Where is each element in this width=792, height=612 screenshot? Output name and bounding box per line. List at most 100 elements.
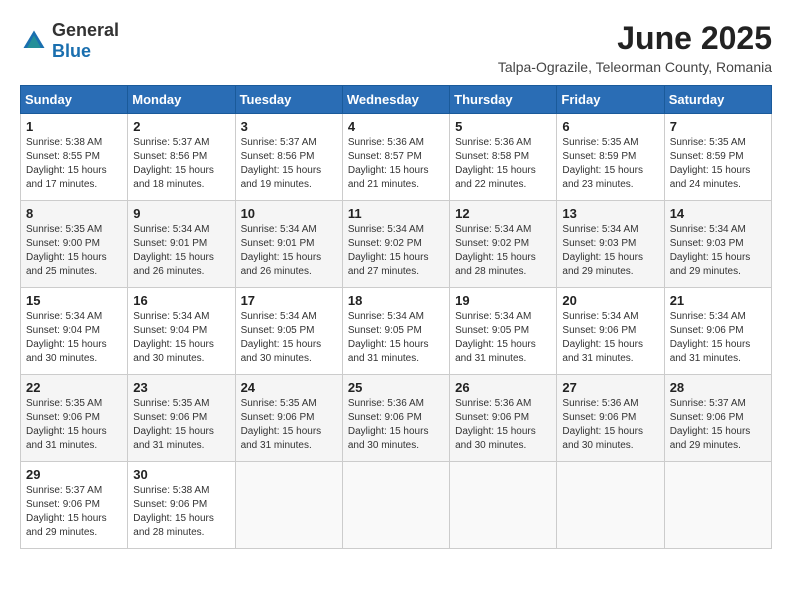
calendar-week-2: 8 Sunrise: 5:35 AMSunset: 9:00 PMDaylight… <box>21 201 772 288</box>
logo-general-text: General <box>52 20 119 40</box>
day-number: 15 <box>26 293 122 308</box>
day-info: Sunrise: 5:38 AMSunset: 9:06 PMDaylight:… <box>133 484 229 540</box>
day-header-sunday: Sunday <box>21 86 128 114</box>
calendar-week-1: 1 Sunrise: 5:38 AMSunset: 8:55 PMDaylight… <box>21 114 772 201</box>
calendar-cell: 5 Sunrise: 5:36 AMSunset: 8:58 PMDaylight… <box>450 114 557 201</box>
day-info: Sunrise: 5:34 AMSunset: 9:06 PMDaylight:… <box>670 310 766 366</box>
day-info: Sunrise: 5:35 AMSunset: 9:00 PMDaylight:… <box>26 223 122 279</box>
day-header-saturday: Saturday <box>664 86 771 114</box>
calendar-cell: 8 Sunrise: 5:35 AMSunset: 9:00 PMDaylight… <box>21 201 128 288</box>
logo: General Blue <box>20 20 119 62</box>
day-info: Sunrise: 5:36 AMSunset: 9:06 PMDaylight:… <box>348 397 444 453</box>
calendar-cell: 7 Sunrise: 5:35 AMSunset: 8:59 PMDaylight… <box>664 114 771 201</box>
calendar-cell: 6 Sunrise: 5:35 AMSunset: 8:59 PMDaylight… <box>557 114 664 201</box>
day-number: 25 <box>348 380 444 395</box>
day-info: Sunrise: 5:37 AMSunset: 9:06 PMDaylight:… <box>26 484 122 540</box>
day-info: Sunrise: 5:34 AMSunset: 9:01 PMDaylight:… <box>241 223 337 279</box>
day-header-friday: Friday <box>557 86 664 114</box>
month-title: June 2025 <box>498 20 772 57</box>
day-number: 6 <box>562 119 658 134</box>
day-number: 26 <box>455 380 551 395</box>
calendar-cell <box>557 462 664 549</box>
day-info: Sunrise: 5:34 AMSunset: 9:05 PMDaylight:… <box>455 310 551 366</box>
calendar-cell: 17 Sunrise: 5:34 AMSunset: 9:05 PMDayligh… <box>235 288 342 375</box>
calendar-cell: 26Sunrise: 5:36 AMSunset: 9:06 PMDayligh… <box>450 375 557 462</box>
calendar-cell: 10 Sunrise: 5:34 AMSunset: 9:01 PMDayligh… <box>235 201 342 288</box>
calendar-cell: 20 Sunrise: 5:34 AMSunset: 9:06 PMDayligh… <box>557 288 664 375</box>
day-number: 11 <box>348 206 444 221</box>
calendar-cell: 21 Sunrise: 5:34 AMSunset: 9:06 PMDayligh… <box>664 288 771 375</box>
calendar-cell: 19 Sunrise: 5:34 AMSunset: 9:05 PMDayligh… <box>450 288 557 375</box>
calendar-cell: 16 Sunrise: 5:34 AMSunset: 9:04 PMDayligh… <box>128 288 235 375</box>
day-number: 10 <box>241 206 337 221</box>
day-number: 27 <box>562 380 658 395</box>
day-info: Sunrise: 5:37 AMSunset: 9:06 PMDaylight:… <box>670 397 766 453</box>
calendar-cell: 1 Sunrise: 5:38 AMSunset: 8:55 PMDaylight… <box>21 114 128 201</box>
calendar-table: SundayMondayTuesdayWednesdayThursdayFrid… <box>20 85 772 549</box>
day-number: 21 <box>670 293 766 308</box>
calendar-cell: 13 Sunrise: 5:34 AMSunset: 9:03 PMDayligh… <box>557 201 664 288</box>
day-info: Sunrise: 5:35 AMSunset: 8:59 PMDaylight:… <box>670 136 766 192</box>
calendar-cell <box>235 462 342 549</box>
day-info: Sunrise: 5:34 AMSunset: 9:03 PMDaylight:… <box>670 223 766 279</box>
day-number: 16 <box>133 293 229 308</box>
calendar-cell: 23 Sunrise: 5:35 AMSunset: 9:06 PMDayligh… <box>128 375 235 462</box>
day-number: 20 <box>562 293 658 308</box>
calendar-cell: 11 Sunrise: 5:34 AMSunset: 9:02 PMDayligh… <box>342 201 449 288</box>
day-info: Sunrise: 5:35 AMSunset: 9:06 PMDaylight:… <box>26 397 122 453</box>
day-number: 30 <box>133 467 229 482</box>
day-number: 8 <box>26 206 122 221</box>
day-info: Sunrise: 5:37 AMSunset: 8:56 PMDaylight:… <box>133 136 229 192</box>
calendar-cell <box>450 462 557 549</box>
day-info: Sunrise: 5:36 AMSunset: 8:57 PMDaylight:… <box>348 136 444 192</box>
day-number: 4 <box>348 119 444 134</box>
calendar-cell: 12Sunrise: 5:34 AMSunset: 9:02 PMDayligh… <box>450 201 557 288</box>
day-number: 13 <box>562 206 658 221</box>
day-number: 18 <box>348 293 444 308</box>
calendar-week-3: 15 Sunrise: 5:34 AMSunset: 9:04 PMDayligh… <box>21 288 772 375</box>
day-number: 29 <box>26 467 122 482</box>
day-info: Sunrise: 5:34 AMSunset: 9:05 PMDaylight:… <box>241 310 337 366</box>
calendar-cell: 22 Sunrise: 5:35 AMSunset: 9:06 PMDayligh… <box>21 375 128 462</box>
calendar-header-row: SundayMondayTuesdayWednesdayThursdayFrid… <box>21 86 772 114</box>
day-info: Sunrise: 5:34 AMSunset: 9:03 PMDaylight:… <box>562 223 658 279</box>
day-info: Sunrise: 5:35 AMSunset: 9:06 PMDaylight:… <box>241 397 337 453</box>
location-title: Talpa-Ograzile, Teleorman County, Romani… <box>498 59 772 75</box>
day-info: Sunrise: 5:34 AMSunset: 9:04 PMDaylight:… <box>133 310 229 366</box>
calendar-week-4: 22 Sunrise: 5:35 AMSunset: 9:06 PMDayligh… <box>21 375 772 462</box>
day-header-wednesday: Wednesday <box>342 86 449 114</box>
day-info: Sunrise: 5:35 AMSunset: 8:59 PMDaylight:… <box>562 136 658 192</box>
day-number: 24 <box>241 380 337 395</box>
day-number: 17 <box>241 293 337 308</box>
calendar-cell: 15Sunrise: 5:34 AMSunset: 9:04 PMDayligh… <box>21 288 128 375</box>
day-number: 3 <box>241 119 337 134</box>
day-number: 7 <box>670 119 766 134</box>
calendar-cell: 25 Sunrise: 5:36 AMSunset: 9:06 PMDayligh… <box>342 375 449 462</box>
day-number: 19 <box>455 293 551 308</box>
day-info: Sunrise: 5:37 AMSunset: 8:56 PMDaylight:… <box>241 136 337 192</box>
day-header-thursday: Thursday <box>450 86 557 114</box>
calendar-cell <box>342 462 449 549</box>
page-header: General Blue June 2025 Talpa-Ograzile, T… <box>20 20 772 75</box>
logo-blue-text: Blue <box>52 41 91 61</box>
calendar-cell: 14Sunrise: 5:34 AMSunset: 9:03 PMDayligh… <box>664 201 771 288</box>
day-number: 5 <box>455 119 551 134</box>
day-info: Sunrise: 5:34 AMSunset: 9:02 PMDaylight:… <box>348 223 444 279</box>
day-info: Sunrise: 5:36 AMSunset: 8:58 PMDaylight:… <box>455 136 551 192</box>
calendar-cell: 30 Sunrise: 5:38 AMSunset: 9:06 PMDayligh… <box>128 462 235 549</box>
calendar-week-5: 29 Sunrise: 5:37 AMSunset: 9:06 PMDayligh… <box>21 462 772 549</box>
calendar-cell: 3 Sunrise: 5:37 AMSunset: 8:56 PMDaylight… <box>235 114 342 201</box>
day-info: Sunrise: 5:36 AMSunset: 9:06 PMDaylight:… <box>562 397 658 453</box>
calendar-cell <box>664 462 771 549</box>
day-info: Sunrise: 5:38 AMSunset: 8:55 PMDaylight:… <box>26 136 122 192</box>
calendar-cell: 24 Sunrise: 5:35 AMSunset: 9:06 PMDayligh… <box>235 375 342 462</box>
calendar-cell: 4 Sunrise: 5:36 AMSunset: 8:57 PMDaylight… <box>342 114 449 201</box>
day-number: 1 <box>26 119 122 134</box>
day-info: Sunrise: 5:34 AMSunset: 9:06 PMDaylight:… <box>562 310 658 366</box>
day-info: Sunrise: 5:34 AMSunset: 9:05 PMDaylight:… <box>348 310 444 366</box>
day-info: Sunrise: 5:35 AMSunset: 9:06 PMDaylight:… <box>133 397 229 453</box>
day-number: 22 <box>26 380 122 395</box>
day-header-monday: Monday <box>128 86 235 114</box>
day-number: 23 <box>133 380 229 395</box>
logo-icon <box>20 27 48 55</box>
